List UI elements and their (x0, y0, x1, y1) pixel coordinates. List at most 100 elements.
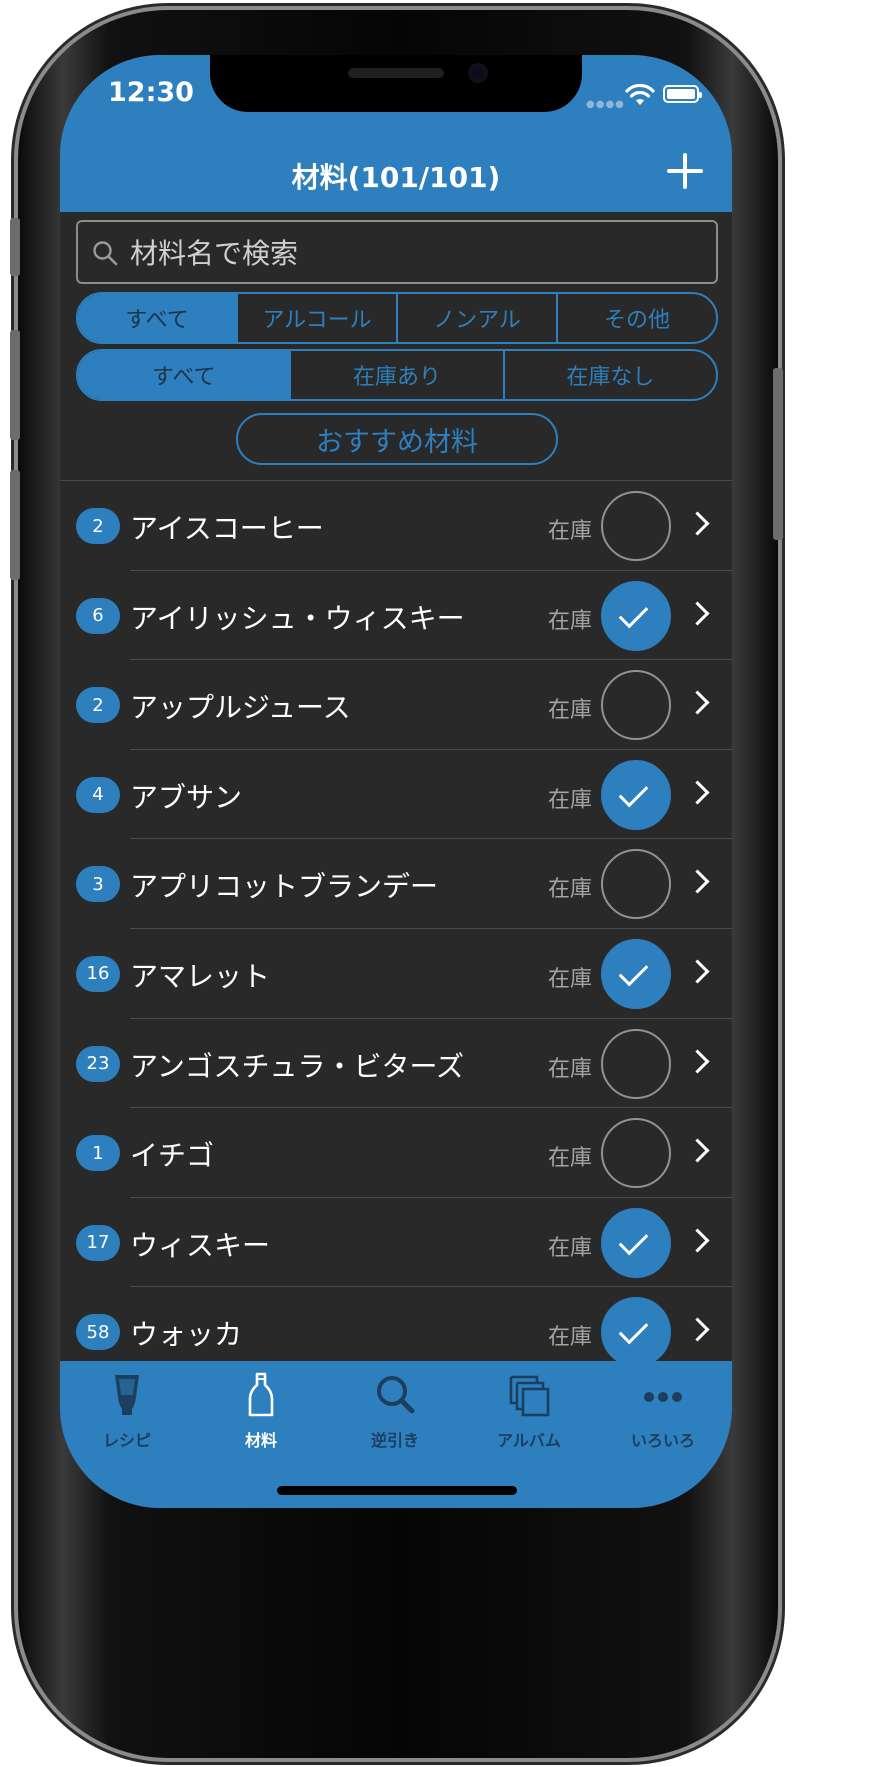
search-input[interactable] (128, 230, 702, 276)
recipe-count-badge: 1 (76, 1135, 120, 1172)
segment-category-non-alcohol[interactable]: ノンアル (396, 294, 556, 342)
ingredient-name: アマレット (130, 959, 271, 993)
stock-label: 在庫 (548, 1146, 593, 1172)
tab-album[interactable]: アルバム (462, 1361, 596, 1461)
list-item[interactable]: 2 アップルジュース 在庫 (60, 660, 732, 750)
recommend-button[interactable]: おすすめ材料 (236, 413, 558, 465)
list-item[interactable]: 17 ウィスキー 在庫 (60, 1198, 732, 1288)
power-button (773, 368, 783, 540)
stock-segmented-control: すべて 在庫あり 在庫なし (76, 349, 718, 401)
stock-label: 在庫 (548, 877, 593, 903)
cellular-signal-icon: ●●●● (586, 99, 625, 110)
notch (210, 55, 582, 112)
search-icon (93, 241, 118, 266)
recipe-count-badge: 58 (76, 1314, 120, 1351)
segment-stock-out-of-stock[interactable]: 在庫なし (502, 351, 716, 399)
ingredient-list: 2 アイスコーヒー 在庫 6 アイリッシュ・ウィスキー 在庫 2 アップルジュース 在庫 4 アブサ… (60, 481, 732, 1377)
home-indicator (277, 1486, 517, 1495)
category-segmented-control: すべて アルコール ノンアル その他 (76, 292, 718, 344)
screen: 12:30 ●●●● 材料(101/101) すべて アルコール ノンアル その… (60, 55, 732, 1508)
search-field[interactable] (76, 220, 718, 284)
tab-label: 逆引き (370, 1431, 419, 1450)
speaker-grille (348, 68, 444, 78)
chevron-right-icon (685, 690, 710, 715)
ingredient-name: ウィスキー (130, 1228, 271, 1262)
stock-label: 在庫 (548, 698, 593, 724)
list-item[interactable]: 2 アイスコーヒー 在庫 (60, 481, 732, 571)
stock-label: 在庫 (548, 519, 593, 544)
chevron-right-icon (685, 869, 710, 894)
page-title: 材料(101/101) (291, 161, 501, 194)
recipe-count-badge: 2 (76, 508, 120, 544)
list-item[interactable]: 4 アブサン 在庫 (60, 750, 732, 840)
ingredient-name: アイリッシュ・ウィスキー (130, 601, 465, 635)
volume-down-button (10, 470, 20, 580)
list-item[interactable]: 23 アンゴスチュラ・ビターズ 在庫 (60, 1019, 732, 1109)
recipe-count-badge: 16 (76, 955, 120, 992)
chevron-right-icon (685, 959, 710, 984)
stock-label: 在庫 (548, 1056, 593, 1082)
chevron-right-icon (685, 780, 710, 805)
segment-category-other[interactable]: その他 (556, 294, 716, 342)
stock-label: 在庫 (548, 1235, 593, 1261)
volume-up-button (10, 330, 20, 440)
front-camera (468, 63, 488, 83)
ingredient-name: アップルジュース (130, 691, 351, 725)
stock-label: 在庫 (548, 608, 593, 634)
recipe-count-badge: 3 (76, 866, 120, 903)
tab-label: いろいろ (630, 1431, 695, 1450)
segment-stock-all[interactable]: すべて (78, 351, 290, 399)
stock-checkbox[interactable] (601, 491, 671, 561)
ingredient-name: アプリコットブランデー (130, 870, 439, 904)
wifi-icon (625, 83, 655, 105)
stock-checkbox[interactable] (601, 1118, 671, 1189)
recipe-count-badge: 17 (76, 1224, 120, 1261)
tab-recipe[interactable]: レシピ (60, 1361, 194, 1461)
list-item[interactable]: 16 アマレット 在庫 (60, 929, 732, 1019)
list-item[interactable]: 6 アイリッシュ・ウィスキー 在庫 (60, 571, 732, 661)
list-item[interactable]: 1 イチゴ 在庫 (60, 1108, 732, 1198)
battery-icon (663, 85, 702, 103)
stock-checkbox[interactable] (601, 1028, 671, 1099)
segment-category-all[interactable]: すべて (78, 294, 236, 342)
recipe-count-badge: 2 (76, 687, 120, 724)
tab-reverse-lookup[interactable]: 逆引き (328, 1361, 462, 1461)
tab-label: アルバム (497, 1431, 561, 1450)
tab-label: レシピ (102, 1431, 151, 1450)
recipe-count-badge: 4 (76, 776, 120, 813)
ingredient-name: イチゴ (130, 1139, 215, 1173)
recipe-count-badge: 6 (76, 597, 120, 634)
stock-checkbox[interactable] (601, 580, 671, 651)
stock-label: 在庫 (548, 966, 593, 992)
ingredient-name: アブサン (130, 780, 243, 814)
segment-category-alcohol[interactable]: アルコール (236, 294, 396, 342)
chevron-right-icon (685, 511, 710, 536)
stock-checkbox[interactable] (601, 670, 671, 741)
chevron-right-icon (685, 1228, 710, 1253)
plus-icon[interactable] (667, 153, 703, 189)
stock-label: 在庫 (548, 1325, 593, 1351)
recipe-count-badge: 23 (76, 1045, 120, 1082)
tab-label: 材料 (244, 1431, 277, 1450)
album-icon (509, 1375, 550, 1417)
more-icon (644, 1392, 682, 1402)
tab-misc[interactable]: いろいろ (596, 1361, 730, 1461)
ingredient-name: ウォッカ (130, 1318, 243, 1352)
ingredient-name: アイスコーヒー (130, 512, 324, 545)
status-time: 12:30 (108, 77, 194, 108)
tab-bar: レシピ 材料 逆引き アルバム いろいろ (60, 1361, 732, 1508)
search-icon (377, 1376, 415, 1414)
stock-checkbox[interactable] (601, 1297, 671, 1368)
stock-label: 在庫 (548, 787, 593, 813)
chevron-right-icon (685, 601, 710, 626)
stock-checkbox[interactable] (601, 759, 671, 830)
segment-stock-in-stock[interactable]: 在庫あり (289, 351, 502, 399)
chevron-right-icon (685, 1049, 710, 1074)
list-item[interactable]: 3 アプリコットブランデー 在庫 (60, 839, 732, 929)
stock-checkbox[interactable] (601, 849, 671, 920)
tab-ingredients[interactable]: 材料 (194, 1361, 328, 1461)
silent-switch (10, 218, 20, 276)
stock-checkbox[interactable] (601, 938, 671, 1009)
stock-checkbox[interactable] (601, 1207, 671, 1278)
chevron-right-icon (685, 1317, 710, 1342)
